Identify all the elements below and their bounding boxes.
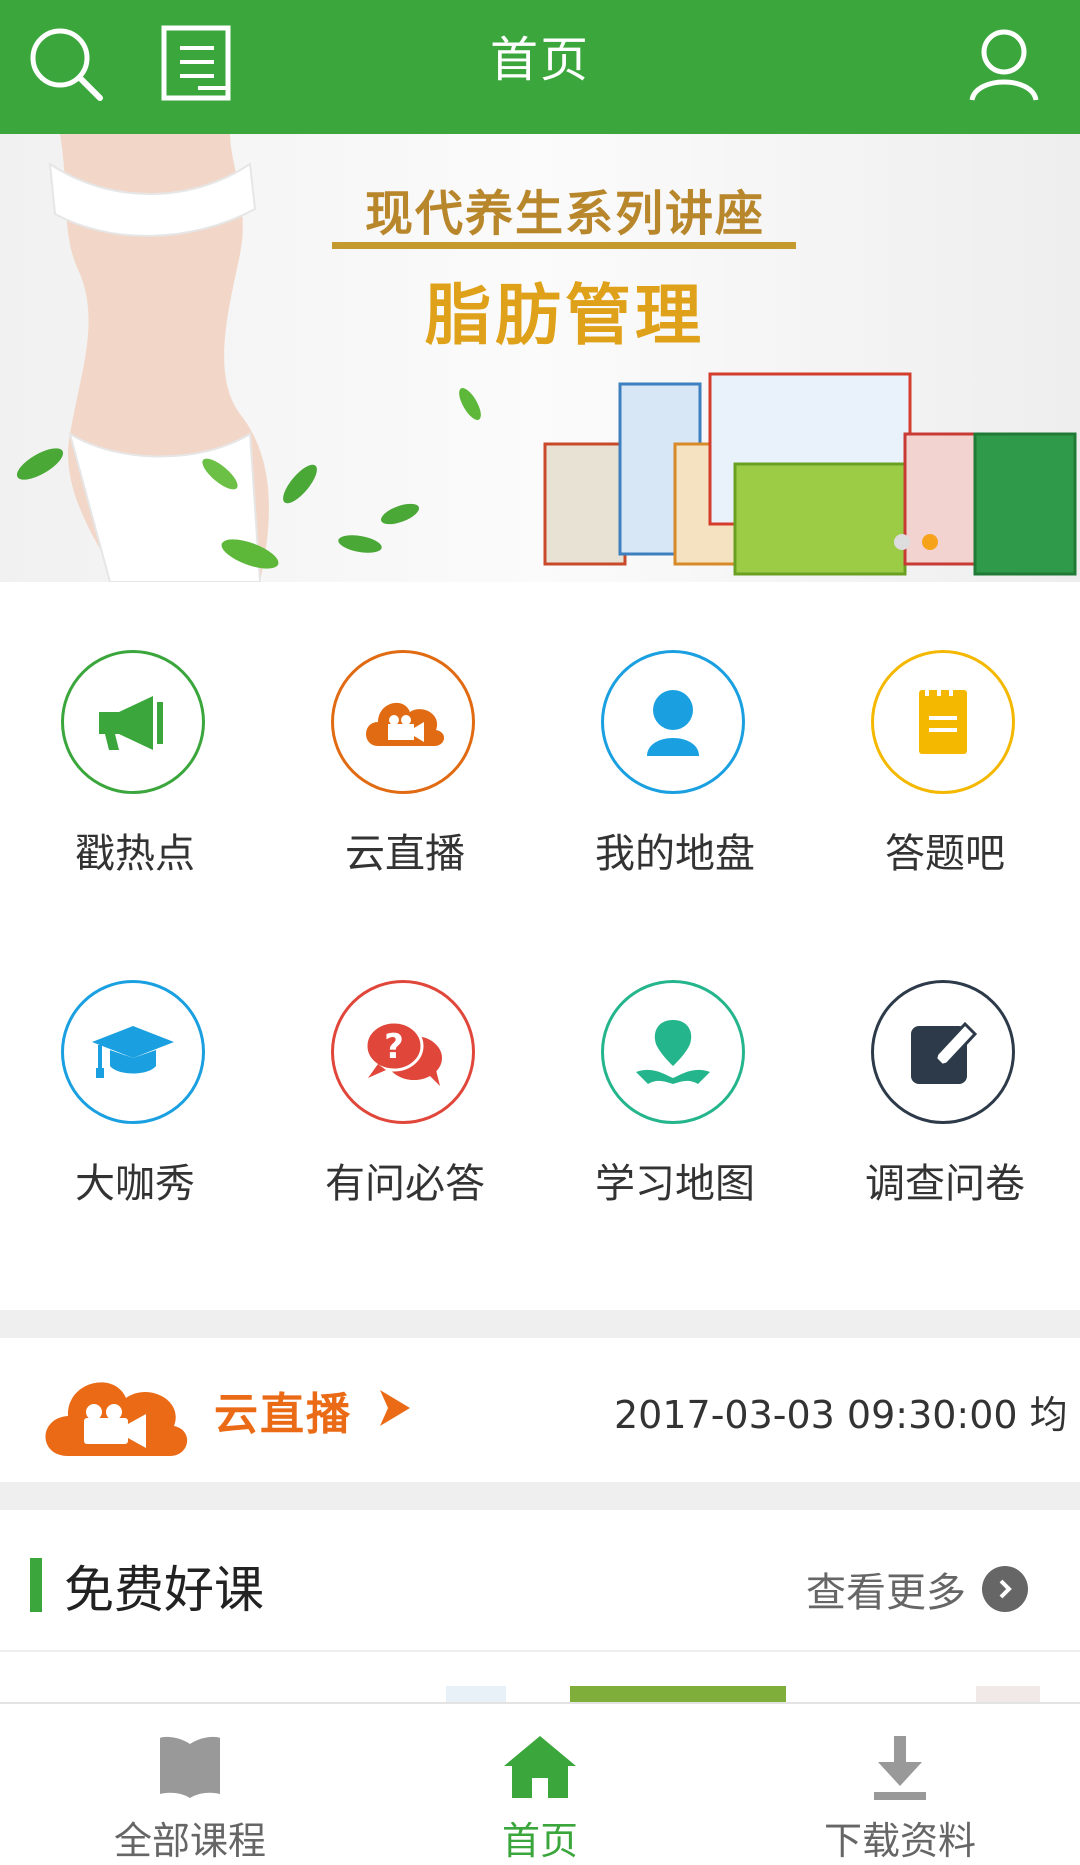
- course-thumbnail[interactable]: [446, 1686, 506, 1702]
- section-divider: [0, 1482, 1080, 1510]
- feature-survey[interactable]: 调查问卷: [810, 980, 1080, 1310]
- course-list-preview: [0, 1652, 1080, 1702]
- feature-grid: 戳热点 云直播 我的地盘 答题吧 大咖秀 ? 有问必答 学习地图 调查问卷: [0, 582, 1080, 1310]
- section-title: 免费好课: [64, 1561, 264, 1619]
- video-cloud-icon: [331, 650, 475, 794]
- live-schedule: 2017-03-03 09:30:00 均: [614, 1393, 1068, 1437]
- cloud-live-section[interactable]: 云直播 2017-03-03 09:30:00 均: [0, 1340, 1080, 1482]
- live-label: 云直播: [214, 1389, 352, 1440]
- banner-pager: [894, 534, 950, 554]
- tab-downloads[interactable]: 下载资料: [720, 1704, 1080, 1863]
- feature-qa[interactable]: ? 有问必答: [270, 980, 540, 1310]
- banner-headline: 现代养生系列讲座: [364, 186, 765, 242]
- person-icon: [601, 650, 745, 794]
- feature-cloud-live[interactable]: 云直播: [270, 650, 540, 980]
- feature-label: 学习地图: [595, 1161, 755, 1207]
- banner-subheadline: 脂肪管理: [425, 277, 705, 354]
- tab-label: 全部课程: [113, 1819, 266, 1863]
- bottom-tab-bar: 全部课程 首页 下载资料: [0, 1702, 1080, 1863]
- page-title: 首页: [489, 32, 590, 88]
- svg-text:?: ?: [384, 1027, 404, 1067]
- book-icon: [140, 1732, 240, 1802]
- video-cloud-icon: [34, 1362, 194, 1466]
- map-pin-icon: [601, 980, 745, 1124]
- app-header: 首页: [0, 0, 1080, 134]
- feature-label: 我的地盘: [595, 831, 755, 877]
- section-accent-bar: [30, 1558, 42, 1612]
- tab-label: 首页: [501, 1819, 578, 1863]
- tab-all-courses[interactable]: 全部课程: [10, 1704, 370, 1863]
- pager-dot-active[interactable]: [922, 534, 938, 550]
- download-icon: [850, 1732, 950, 1802]
- user-icon[interactable]: [962, 22, 1046, 106]
- course-thumbnail[interactable]: [976, 1686, 1040, 1702]
- feature-expert-show[interactable]: 大咖秀: [0, 980, 270, 1310]
- tab-label: 下载资料: [823, 1819, 976, 1863]
- feature-label: 有问必答: [325, 1161, 485, 1207]
- feature-label: 调查问卷: [865, 1161, 1025, 1207]
- pager-dot[interactable]: [894, 534, 910, 550]
- feature-label: 答题吧: [885, 831, 1005, 877]
- course-thumbnail[interactable]: [570, 1686, 786, 1702]
- banner-divider: [332, 242, 796, 249]
- promo-banner[interactable]: 现代养生系列讲座 脂肪管理: [0, 134, 1080, 582]
- tab-home[interactable]: 首页: [360, 1704, 720, 1863]
- chevron-right-icon[interactable]: [982, 1566, 1028, 1612]
- play-arrow-icon: [378, 1388, 412, 1432]
- feature-my-space[interactable]: 我的地盘: [540, 650, 810, 980]
- graduation-cap-icon: [61, 980, 205, 1124]
- edit-icon: [871, 980, 1015, 1124]
- feature-label: 大咖秀: [75, 1161, 195, 1207]
- home-icon: [490, 1732, 590, 1802]
- feature-label: 云直播: [345, 831, 465, 877]
- see-more-link[interactable]: 查看更多: [806, 1560, 966, 1618]
- question-bubble-icon: ?: [331, 980, 475, 1124]
- feature-learning-map[interactable]: 学习地图: [540, 980, 810, 1310]
- free-courses-header: 免费好课 查看更多: [0, 1510, 1080, 1652]
- megaphone-icon: [61, 650, 205, 794]
- notepad-icon: [871, 650, 1015, 794]
- section-divider: [0, 1310, 1080, 1338]
- feature-hot-topics[interactable]: 戳热点: [0, 650, 270, 980]
- feature-quiz[interactable]: 答题吧: [810, 650, 1080, 980]
- feature-label: 戳热点: [75, 831, 195, 877]
